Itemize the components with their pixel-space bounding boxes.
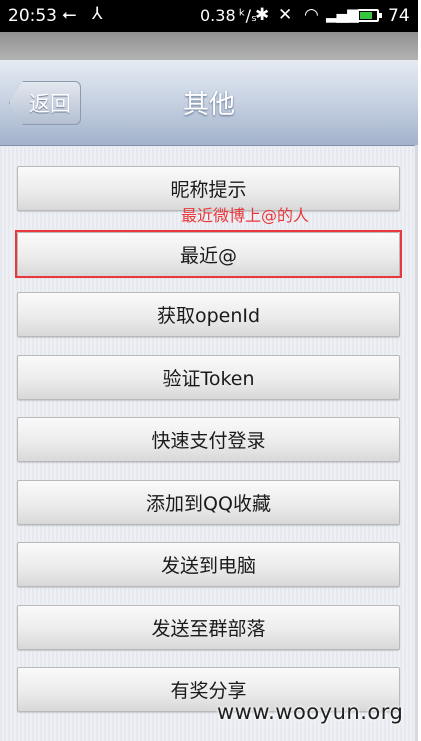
annotation-text: 最近微博上@的人 [181,206,310,225]
verify-token-button[interactable]: 验证Token [17,355,400,400]
wifi-icon: ◠ [304,5,319,25]
status-bar: 20:53 ⭠ ⅄ 0.38 ᵏ/ₛ ✱ ✕ ◠ ▂▄▆ 74 [0,0,418,32]
add-to-qq-favorites-button[interactable]: 添加到QQ收藏 [17,480,400,525]
battery-level: 74 [388,6,410,26]
quick-pay-login-button[interactable]: 快速支付登录 [17,417,400,462]
signal-icon: ▂▄▆ [326,5,359,23]
watermark-text: www.wooyun.org [217,700,404,724]
title-bar: 返回 其他 [0,60,418,146]
pin-icon: ⅄ [92,4,103,24]
highlight-box [15,230,402,278]
send-to-computer-button[interactable]: 发送到电脑 [17,542,400,587]
network-speed: 0.38 ᵏ/ₛ [200,6,257,25]
notification-strip [0,32,418,60]
page-title: 其他 [182,90,235,120]
status-time: 20:53 [8,6,57,26]
battery-icon [357,9,382,22]
bluetooth-icon: ✱ [255,5,270,25]
get-openid-button[interactable]: 获取openId [17,292,400,337]
usb-icon: ⭠ [62,4,77,25]
mute-icon: ✕ [278,5,293,25]
battery-fill [360,12,372,19]
phone-screen: 20:53 ⭠ ⅄ 0.38 ᵏ/ₛ ✱ ✕ ◠ ▂▄▆ 74 返回 其他 昵称… [0,0,418,741]
send-to-group-tribe-button[interactable]: 发送至群部落 [17,605,400,650]
